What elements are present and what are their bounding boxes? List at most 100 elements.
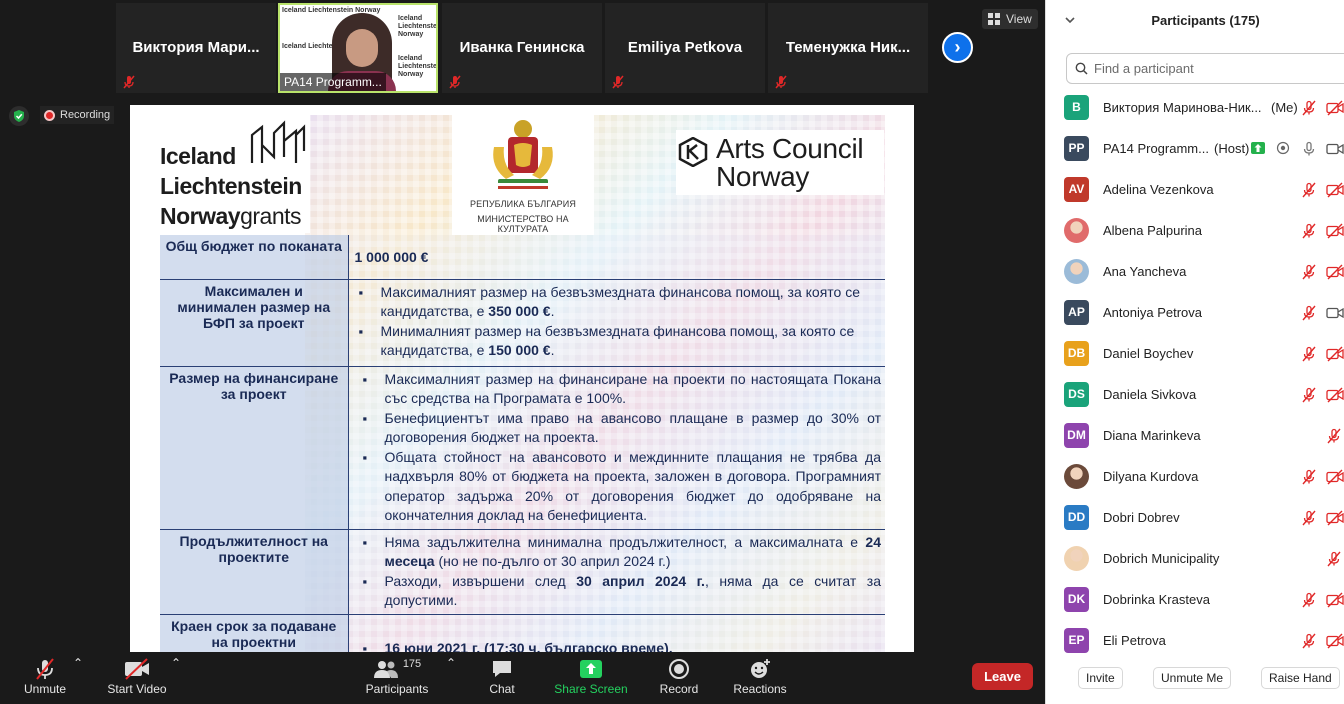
mic-muted-icon	[775, 75, 787, 89]
recording-indicator[interactable]: Recording	[40, 106, 115, 124]
emoji-plus-icon	[751, 659, 770, 678]
tile-name: PA14 Programm...	[280, 73, 386, 91]
participant-name: Diana Marinkeva	[1103, 428, 1201, 443]
list-item: Максималният размер на финансиране на пр…	[357, 370, 881, 409]
search-input[interactable]	[1094, 61, 1334, 76]
participant-row[interactable]: Dilyana Kurdova	[1046, 456, 1344, 497]
row-value: 1 000 000 €	[348, 235, 885, 280]
mic-icon	[1301, 141, 1317, 162]
video-off-icon	[1326, 592, 1344, 613]
participants-options-chevron-up-icon[interactable]: ⌃	[446, 656, 456, 670]
view-button[interactable]: View	[982, 9, 1038, 29]
mic-muted-icon	[123, 75, 135, 89]
unmute-button[interactable]: Unmute	[14, 656, 76, 696]
participant-role-tag: (Me)	[1271, 100, 1298, 115]
share-screen-icon	[580, 660, 602, 678]
avatar: В	[1064, 95, 1089, 120]
tile-name: Виктория Мари...	[132, 39, 260, 56]
panel-footer: Invite Unmute Me Raise Hand	[1046, 652, 1344, 704]
participant-video-tile[interactable]: Iceland Liechtenstein Norway Iceland Lie…	[278, 3, 438, 93]
list-item: Минималният размер на безвъзмездната фин…	[353, 322, 874, 361]
mic-muted-icon	[1301, 387, 1317, 408]
tile-name: Иванка Генинска	[459, 39, 585, 56]
leave-button[interactable]: Leave	[972, 663, 1033, 690]
panel-header: Participants (175)	[1046, 0, 1344, 44]
participant-row[interactable]: AV Adelina Vezenkova	[1046, 169, 1344, 210]
participant-row[interactable]: Albena Palpurina	[1046, 210, 1344, 251]
next-page-button[interactable]: ›	[942, 32, 973, 63]
participant-list: В Виктория Маринова-Ник... (Me) PP PA14 Prog…	[1046, 87, 1344, 661]
participant-tile[interactable]: Emiliya Petkova	[605, 3, 765, 93]
participants-button[interactable]: 175 Participants	[364, 656, 430, 696]
list-item: Максималният размер на безвъзмездната фи…	[353, 283, 874, 322]
participant-row[interactable]: Dobrich Municipality	[1046, 538, 1344, 579]
video-off-icon	[1326, 387, 1344, 408]
row-value: 16 юни 2021 г. (17:30 ч. българско време…	[348, 614, 885, 652]
share-screen-button[interactable]: Share Screen	[553, 656, 629, 696]
participant-search[interactable]	[1066, 53, 1344, 84]
avatar: DM	[1064, 423, 1089, 448]
raise-hand-button[interactable]: Raise Hand	[1261, 667, 1340, 689]
video-off-icon	[1326, 346, 1344, 367]
mic-muted-icon	[1301, 223, 1317, 244]
participant-row[interactable]: DB Daniel Boychev	[1046, 333, 1344, 374]
participant-row[interactable]: DD Dobri Dobrev	[1046, 497, 1344, 538]
invite-button[interactable]: Invite	[1078, 667, 1123, 689]
participant-tile[interactable]: Виктория Мари...	[116, 3, 276, 93]
mic-muted-icon	[1301, 633, 1317, 654]
bulgaria-coat-of-arms-icon	[493, 120, 553, 189]
participants-icon	[373, 661, 398, 678]
participant-name: Dobri Dobrev	[1103, 510, 1180, 525]
chat-button[interactable]: Chat	[480, 656, 524, 696]
unmute-me-button[interactable]: Unmute Me	[1153, 667, 1232, 689]
panel-title: Participants (175)	[1151, 13, 1260, 28]
grid-icon	[988, 13, 1000, 25]
avatar: DS	[1064, 382, 1089, 407]
mic-muted-icon	[1301, 346, 1317, 367]
start-video-label: Start Video	[107, 682, 167, 696]
audio-options-chevron-up-icon[interactable]: ⌃	[73, 656, 83, 670]
video-options-chevron-up-icon[interactable]: ⌃	[171, 656, 181, 670]
participant-name: Dobrich Municipality	[1103, 551, 1220, 566]
participant-name: Eli Petrova	[1103, 633, 1166, 648]
participant-row[interactable]: Ana Yancheva	[1046, 251, 1344, 292]
security-shield-icon[interactable]	[9, 106, 29, 126]
avatar: DD	[1064, 505, 1089, 530]
row-value: Максималният размер на финансиране на пр…	[348, 366, 885, 530]
participant-row[interactable]: В Виктория Маринова-Ник... (Me)	[1046, 87, 1344, 128]
ministry-of-culture-logo: РЕПУБЛИКА БЪЛГАРИЯ МИНИСТЕРСТВО НА КУЛТУ…	[452, 113, 594, 235]
participants-panel: Participants (175) В Виктория Маринова-Ни…	[1045, 0, 1344, 704]
participant-row[interactable]: PP PA14 Programm... (Host)	[1046, 128, 1344, 169]
video-off-icon	[1326, 510, 1344, 531]
participant-row[interactable]: DM Diana Marinkeva	[1046, 415, 1344, 456]
table-row: Размер на финансиране за проект Максимал…	[160, 366, 885, 530]
start-video-button[interactable]: Start Video	[104, 656, 170, 696]
ministry-line: РЕПУБЛИКА БЪЛГАРИЯ	[470, 199, 576, 209]
participant-row[interactable]: DK Dobrinka Krasteva	[1046, 579, 1344, 620]
participant-name: Albena Palpurina	[1103, 223, 1203, 238]
chat-label: Chat	[489, 682, 515, 696]
participant-name: Adelina Vezenkova	[1103, 182, 1214, 197]
mic-muted-icon	[1326, 551, 1342, 572]
mic-muted-icon	[1301, 264, 1317, 285]
video-off-icon	[1326, 264, 1344, 285]
video-off-icon	[1326, 182, 1344, 203]
record-dot-icon	[1276, 141, 1290, 160]
mic-muted-icon	[1301, 510, 1317, 531]
participant-row[interactable]: DS Daniela Sivkova	[1046, 374, 1344, 415]
recording-label: Recording	[60, 109, 111, 121]
ministry-line: МИНИСТЕРСТВО НА КУЛТУРАТА	[477, 214, 569, 234]
meeting-area: Виктория Мари... Iceland Liechtenstein N…	[0, 0, 1045, 652]
participant-tile[interactable]: Иванка Генинска	[442, 3, 602, 93]
participant-tile[interactable]: Теменужка Ник...	[768, 3, 928, 93]
reactions-label: Reactions	[733, 682, 787, 696]
shared-screen-slide: Iceland Liechtenstein Norwaygrants РЕПУБ…	[130, 105, 914, 652]
video-off-icon	[1326, 223, 1344, 244]
share-icon	[1251, 141, 1265, 159]
mic-muted-icon	[1301, 182, 1317, 203]
mic-muted-icon	[612, 75, 624, 89]
tile-name: Emiliya Petkova	[627, 39, 743, 56]
reactions-button[interactable]: Reactions	[731, 656, 789, 696]
record-button[interactable]: Record	[656, 656, 702, 696]
participant-row[interactable]: AP Antoniya Petrova	[1046, 292, 1344, 333]
